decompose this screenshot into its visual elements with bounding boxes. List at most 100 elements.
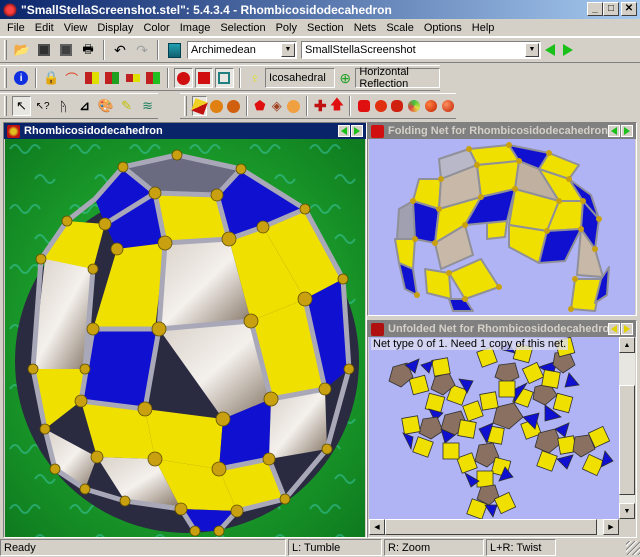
- panel-next-button[interactable]: [351, 125, 363, 137]
- menu-poly[interactable]: Poly: [271, 22, 302, 34]
- faceting-icon[interactable]: ⬟: [253, 96, 268, 116]
- show-faces-icon[interactable]: [174, 68, 193, 88]
- previous-model-button[interactable]: [545, 44, 555, 56]
- title-bar: "SmallStellaScreenshot.stel": 5.4.3.4 - …: [0, 0, 640, 19]
- menu-color[interactable]: Color: [138, 22, 174, 34]
- save-as-icon[interactable]: [56, 40, 76, 60]
- next-model-button[interactable]: [563, 44, 573, 56]
- lock-icon[interactable]: 🔒: [42, 68, 60, 88]
- folding-net-icon[interactable]: 🡅: [330, 96, 345, 116]
- compound-icon[interactable]: [226, 96, 241, 116]
- texture-tool-icon[interactable]: ≋: [138, 96, 157, 116]
- open-icon[interactable]: 📂: [12, 40, 32, 60]
- save-icon[interactable]: [34, 40, 54, 60]
- undo-icon[interactable]: ↶: [110, 40, 130, 60]
- menu-nets[interactable]: Nets: [349, 22, 382, 34]
- chevron-down-icon[interactable]: ▼: [281, 43, 295, 57]
- unfolded-net-render[interactable]: [369, 337, 619, 519]
- pointer-tool-icon[interactable]: ↖: [11, 96, 32, 116]
- vertical-scrollbar[interactable]: ▲ ▼: [619, 337, 635, 519]
- model-combo[interactable]: SmallStellaScreenshot ▼: [301, 41, 541, 59]
- augment-icon[interactable]: [356, 96, 371, 116]
- panel-prev-button[interactable]: [608, 125, 620, 137]
- panel-next-button[interactable]: [621, 323, 633, 335]
- scroll-left-button[interactable]: ◀: [369, 519, 385, 535]
- toolbar-file: 📂 🖶 ↶ ↷ Archimedean ▼ SmallStellaScreens…: [0, 37, 640, 63]
- main-panel-title: Rhombicosidodecahedron: [24, 125, 163, 137]
- menu-edit[interactable]: Edit: [30, 22, 59, 34]
- print-icon[interactable]: 🖶: [78, 40, 98, 60]
- colorize-icon[interactable]: [407, 96, 422, 116]
- palette-tool-icon[interactable]: 🎨: [96, 96, 115, 116]
- color-faces-icon[interactable]: [83, 68, 101, 88]
- status-bar: Ready L: Tumble R: Zoom L+R: Twist: [0, 538, 640, 557]
- toolbar-grip[interactable]: [4, 40, 7, 60]
- unfolded-net-panel: Unfolded Net for Rhombicosidodecahedron: [367, 320, 637, 538]
- color-pairs-icon[interactable]: [124, 68, 142, 88]
- chevron-down-icon[interactable]: ▼: [525, 43, 539, 57]
- scroll-down-button[interactable]: ▼: [619, 503, 635, 519]
- toolbar-grip[interactable]: [4, 68, 7, 88]
- horizontal-scroll-thumb[interactable]: [385, 519, 597, 535]
- category-combo-value: Archimedean: [191, 44, 256, 56]
- panel-prev-button[interactable]: [338, 125, 350, 137]
- unfolded-net-view[interactable]: Net type 0 of 1. Need 1 copy of this net…: [369, 337, 619, 519]
- query-tool-icon[interactable]: ↖?: [33, 96, 52, 116]
- color-vertices-icon[interactable]: [144, 68, 162, 88]
- color-edges-icon[interactable]: [103, 68, 121, 88]
- paint-tool-icon[interactable]: ✎: [117, 96, 136, 116]
- library-icon[interactable]: [164, 40, 184, 60]
- close-button[interactable]: ✕: [621, 2, 637, 16]
- show-wireframe-icon[interactable]: [215, 68, 234, 88]
- minimize-button[interactable]: _: [587, 2, 603, 16]
- scroll-right-button[interactable]: ▶: [603, 519, 619, 535]
- redo-icon[interactable]: ↷: [132, 40, 152, 60]
- resize-grip[interactable]: [626, 540, 640, 555]
- show-solid-icon[interactable]: [194, 68, 214, 88]
- menu-selection[interactable]: Selection: [215, 22, 270, 34]
- horizontal-scrollbar[interactable]: ◀ ▶: [369, 519, 619, 535]
- measure-tool-icon[interactable]: ⊿: [75, 96, 94, 116]
- menu-image[interactable]: Image: [175, 22, 216, 34]
- menu-options[interactable]: Options: [419, 22, 467, 34]
- folding-panel-titlebar: Folding Net for Rhombicosidodecahedron: [368, 123, 636, 139]
- toolbar-grip[interactable]: [4, 96, 7, 116]
- main-3d-view[interactable]: [5, 139, 365, 537]
- menu-scale[interactable]: Scale: [381, 22, 419, 34]
- excavate-icon[interactable]: [373, 96, 388, 116]
- main-panel-titlebar: Rhombicosidodecahedron: [4, 123, 366, 139]
- rhombicosidodecahedron-render[interactable]: [5, 139, 365, 537]
- net-icon[interactable]: ✚: [313, 96, 328, 116]
- menu-view[interactable]: View: [59, 22, 93, 34]
- sphere-icon[interactable]: [286, 96, 301, 116]
- geodesic-icon[interactable]: [440, 96, 455, 116]
- maximize-button[interactable]: □: [603, 2, 619, 16]
- folding-net-view[interactable]: [369, 139, 635, 315]
- compass-tool-icon[interactable]: ᚤ: [54, 96, 73, 116]
- vertical-scroll-thumb[interactable]: [619, 385, 635, 495]
- model-combo-value: SmallStellaScreenshot: [305, 44, 416, 56]
- menu-bar: File Edit View Display Color Image Selec…: [0, 19, 640, 37]
- menu-file[interactable]: File: [2, 22, 30, 34]
- reflection-icon[interactable]: ⊕: [336, 68, 354, 88]
- toolbar-grip[interactable]: [184, 96, 187, 116]
- stellation-icon[interactable]: [209, 96, 224, 116]
- scroll-up-button[interactable]: ▲: [619, 337, 635, 353]
- info-icon[interactable]: i: [12, 68, 30, 88]
- category-combo[interactable]: Archimedean ▼: [187, 41, 297, 59]
- rainbow-icon[interactable]: ⌒: [63, 68, 81, 88]
- folding-net-panel: Folding Net for Rhombicosidodecahedron: [367, 122, 637, 316]
- menu-display[interactable]: Display: [92, 22, 138, 34]
- truncate-icon[interactable]: [390, 96, 405, 116]
- window-title: "SmallStellaScreenshot.stel": 5.4.3.4 - …: [21, 2, 392, 17]
- panel-prev-button[interactable]: [608, 323, 620, 335]
- base-model-icon[interactable]: [191, 96, 208, 116]
- folding-net-render[interactable]: [369, 139, 635, 315]
- panel-next-button[interactable]: [621, 125, 633, 137]
- menu-help[interactable]: Help: [467, 22, 500, 34]
- main-model-panel: Rhombicosidodecahedron: [3, 122, 367, 538]
- menu-section[interactable]: Section: [302, 22, 349, 34]
- smooth-sphere-icon[interactable]: [423, 96, 438, 116]
- status-left-mouse: L: Tumble: [288, 539, 382, 556]
- dual-icon[interactable]: ◈: [269, 96, 284, 116]
